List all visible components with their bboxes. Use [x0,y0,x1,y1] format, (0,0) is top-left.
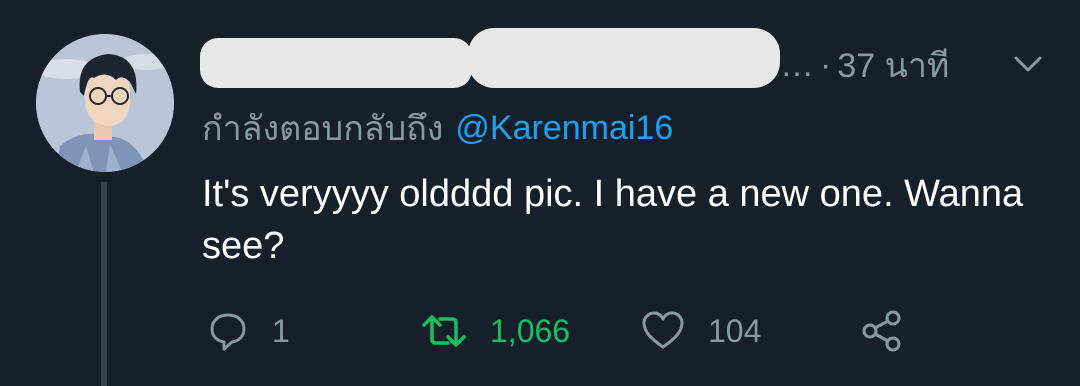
share-icon [860,309,904,353]
like-button[interactable]: 104 [640,306,761,356]
reply-icon [206,309,250,353]
retweet-count: 1,066 [490,312,571,349]
retweet-icon [420,309,468,353]
redacted-display-name [200,38,472,88]
reply-handle-link[interactable]: @Karenmai16 [455,109,673,148]
replying-to-label: กำลังตอบกลับถึง [202,110,444,148]
avatar[interactable] [36,34,174,172]
tweet-meta: … · 37 นาที [780,40,949,90]
avatar-illustration [36,34,174,172]
like-count: 104 [708,312,762,349]
retweet-button[interactable]: 1,066 [420,306,570,356]
reply-count: 1 [272,312,290,349]
replying-to: กำลังตอบกลับถึง @Karenmai16 [202,100,673,156]
share-button[interactable] [860,306,904,356]
tweet-text: It's veryyyy oldddd pic. I have a new on… [202,173,1024,267]
thread-connector-line [101,182,107,386]
reply-button[interactable]: 1 [206,306,290,356]
timestamp[interactable]: 37 นาที [837,38,949,92]
meta-separator: · [820,45,832,84]
chevron-down-icon[interactable] [1008,50,1048,80]
username-ellipsis: … [780,45,814,84]
like-icon [640,309,686,353]
redacted-username [468,28,780,88]
